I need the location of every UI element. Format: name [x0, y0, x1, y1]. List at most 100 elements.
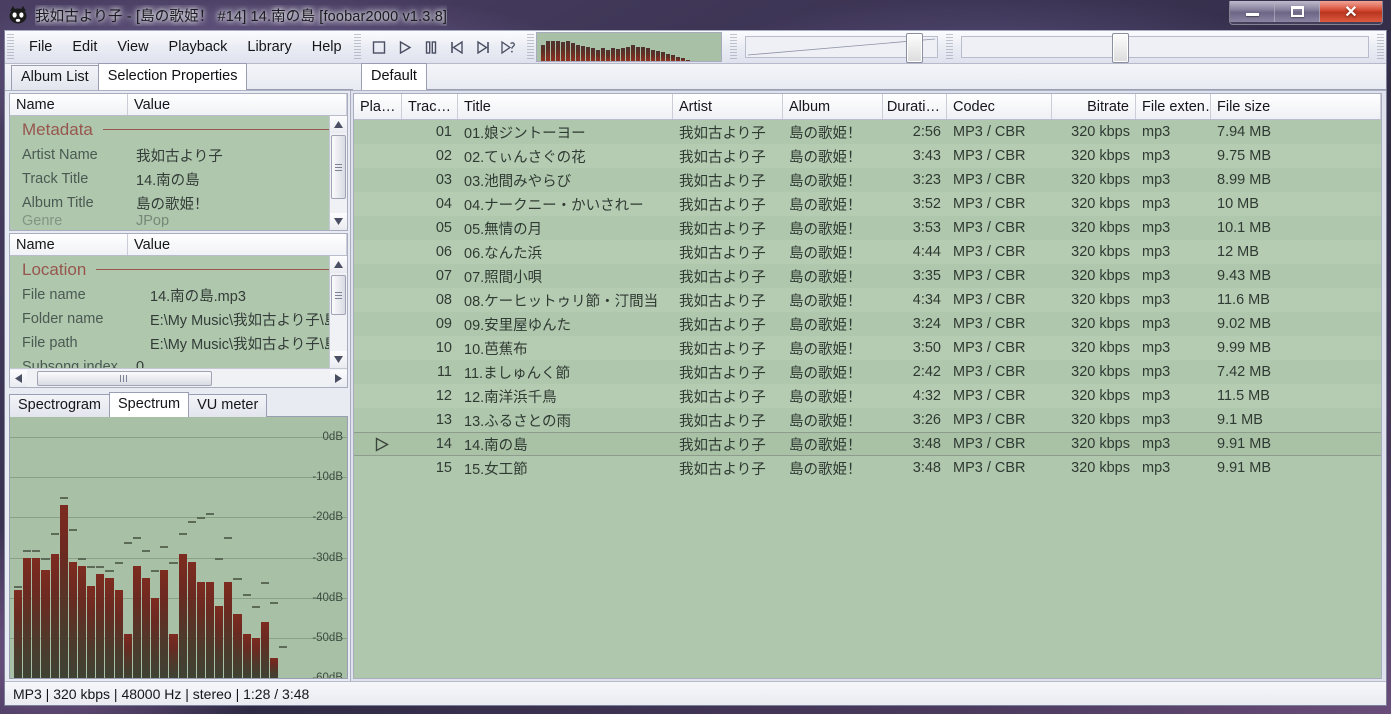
- column-file-size[interactable]: File size: [1211, 94, 1381, 119]
- metadata-scrollbar[interactable]: [329, 116, 347, 230]
- spectrum-peak-marker: [251, 605, 260, 608]
- tab-selection-properties[interactable]: Selection Properties: [97, 63, 248, 90]
- metadata-column-value[interactable]: Value: [128, 94, 347, 115]
- volume-trough[interactable]: [744, 33, 938, 63]
- column-file-extension[interactable]: File exten…: [1136, 94, 1211, 119]
- location-scrollbar[interactable]: [329, 256, 347, 368]
- seek-slider[interactable]: [955, 31, 1375, 63]
- playlist-row[interactable]: 05 05.無情の月 我如古より子 島の歌姫！ 3:53 MP3 / CBR 320 kbp…: [354, 216, 1381, 240]
- column-duration[interactable]: Durati…: [883, 94, 947, 119]
- location-column-value[interactable]: Value: [128, 234, 347, 255]
- location-hscroll-track[interactable]: [27, 370, 330, 387]
- location-row[interactable]: Folder name E:\My Music\我如古より子\島: [10, 307, 347, 331]
- column-track[interactable]: Trac…: [402, 94, 458, 119]
- column-album[interactable]: Album: [783, 94, 883, 119]
- location-row[interactable]: File path E:\My Music\我如古より子\島: [10, 331, 347, 355]
- spectrum-bar: [160, 569, 169, 678]
- scroll-left-icon[interactable]: [10, 369, 27, 387]
- location-hscrollbar[interactable]: [10, 368, 347, 387]
- playlist-row[interactable]: 11 11.ましゅんく節 我如古より子 島の歌姫！ 2:42 MP3 / CBR 320 k…: [354, 360, 1381, 384]
- toolbar-grip[interactable]: [7, 34, 14, 60]
- volume-slider[interactable]: [739, 31, 944, 63]
- column-codec[interactable]: Codec: [947, 94, 1052, 119]
- spectrum-bar-slot: [141, 417, 151, 678]
- toolbar-end-grip[interactable]: [1377, 34, 1384, 60]
- playlist-row[interactable]: 08 08.ケーヒットゥリ節・汀間当 我如古より子 島の歌姫！ 4:34 MP3 / CB…: [354, 288, 1381, 312]
- tab-spectrum[interactable]: Spectrum: [109, 392, 190, 417]
- location-row[interactable]: Subsong index 0: [10, 355, 347, 368]
- seek-thumb[interactable]: [1112, 33, 1130, 63]
- metadata-row[interactable]: Artist Name 我如古より子: [10, 143, 347, 167]
- location-hscroll-thumb[interactable]: [37, 370, 212, 386]
- column-bitrate[interactable]: Bitrate: [1052, 94, 1136, 119]
- column-artist[interactable]: Artist: [673, 94, 783, 119]
- tab-default-playlist[interactable]: Default: [361, 63, 427, 90]
- metadata-scroll-track[interactable]: [330, 133, 347, 213]
- previous-button[interactable]: [445, 35, 469, 59]
- menu-view[interactable]: View: [107, 35, 158, 59]
- location-scroll-thumb[interactable]: [331, 275, 346, 315]
- play-button[interactable]: [393, 35, 417, 59]
- toolbar-spectrum[interactable]: [535, 32, 722, 62]
- metadata-row[interactable]: Album Title 島の歌姫！: [10, 191, 347, 215]
- playlist-row[interactable]: 03 03.池間みやらび 我如古より子 島の歌姫！ 3:23 MP3 / CBR 320 k…: [354, 168, 1381, 192]
- scroll-down-icon[interactable]: [330, 351, 347, 368]
- menu-library[interactable]: Library: [237, 35, 301, 59]
- playlist-row[interactable]: 12 12.南洋浜千鳥 我如古より子 島の歌姫！ 4:32 MP3 / CBR 320 kb…: [354, 384, 1381, 408]
- playlist-row[interactable]: 07 07.照間小唄 我如古より子 島の歌姫！ 3:35 MP3 / CBR 320 kbp…: [354, 264, 1381, 288]
- spectrum-bar: [87, 585, 96, 678]
- playlist-row[interactable]: 02 02.てぃんさぐの花 我如古より子 島の歌姫！ 3:43 MP3 / CBR 320 …: [354, 144, 1381, 168]
- toolbar-spectrum-bar: [585, 47, 590, 61]
- scroll-down-icon[interactable]: [330, 213, 347, 230]
- playlist-rows[interactable]: 01 01.娘ジントーヨー 我如古より子 島の歌姫！ 2:56 MP3 / CBR 320 …: [354, 120, 1381, 678]
- playlist-row[interactable]: 01 01.娘ジントーヨー 我如古より子 島の歌姫！ 2:56 MP3 / CBR 320 …: [354, 120, 1381, 144]
- volume-grip[interactable]: [729, 34, 737, 60]
- column-title[interactable]: Title: [458, 94, 673, 119]
- menu-help[interactable]: Help: [302, 35, 352, 59]
- next-button[interactable]: [471, 35, 495, 59]
- location-row[interactable]: File name 14.南の島.mp3: [10, 283, 347, 307]
- spectrum-analyzer[interactable]: 0dB -10dB -20dB -30dB -40dB -50dB -60dB: [9, 417, 348, 679]
- column-playing[interactable]: Pla…: [354, 94, 402, 119]
- cell-track: 13: [435, 412, 452, 428]
- tab-vu-meter[interactable]: VU meter: [188, 394, 268, 417]
- menu-edit[interactable]: Edit: [62, 35, 107, 59]
- playlist-row[interactable]: 04 04.ナークニー・かいされー 我如古より子 島の歌姫！ 3:52 MP3 / CBR…: [354, 192, 1381, 216]
- playlist-row[interactable]: 06 06.なんた浜 我如古より子 島の歌姫！ 4:44 MP3 / CBR 320 kbp…: [354, 240, 1381, 264]
- transport-grip[interactable]: [353, 34, 361, 60]
- spectrum-bar-slot: [32, 417, 41, 678]
- pause-button[interactable]: [419, 35, 443, 59]
- cell-duration: 3:24: [912, 316, 941, 332]
- close-button[interactable]: ✕: [1320, 1, 1382, 22]
- seek-grip[interactable]: [945, 34, 953, 60]
- playlist-row[interactable]: 14 14.南の島 我如古より子 島の歌姫！ 3:48 MP3 / CBR 320 kbps…: [354, 432, 1381, 456]
- playlist-row[interactable]: 13 13.ふるさとの雨 我如古より子 島の歌姫！ 3:26 MP3 / CBR 320 k…: [354, 408, 1381, 432]
- seek-trough[interactable]: [960, 33, 1369, 63]
- scroll-right-icon[interactable]: [330, 369, 347, 387]
- scroll-up-icon[interactable]: [330, 116, 347, 133]
- location-scroll-track[interactable]: [330, 273, 347, 351]
- minimize-button[interactable]: [1230, 1, 1275, 22]
- menu-playback[interactable]: Playback: [159, 35, 238, 59]
- menu-file[interactable]: File: [19, 35, 62, 59]
- random-button[interactable]: [497, 35, 521, 59]
- playlist-row[interactable]: 15 15.女工節 我如古より子 島の歌姫！ 3:48 MP3 / CBR 320 kbps…: [354, 456, 1381, 480]
- spectrum-peak-marker: [169, 561, 178, 564]
- metadata-row[interactable]: Track Title 14.南の島: [10, 167, 347, 191]
- volume-thumb[interactable]: [906, 33, 924, 63]
- spectrum-bar: [205, 581, 215, 678]
- location-column-name[interactable]: Name: [10, 234, 128, 255]
- visualisation-grip[interactable]: [526, 34, 534, 60]
- playlist-row[interactable]: 09 09.安里屋ゆんた 我如古より子 島の歌姫！ 3:24 MP3 / CBR 320 k…: [354, 312, 1381, 336]
- spectrum-bar: [14, 589, 23, 678]
- maximize-button[interactable]: [1275, 1, 1320, 22]
- metadata-column-name[interactable]: Name: [10, 94, 128, 115]
- stop-button[interactable]: [367, 35, 391, 59]
- metadata-scroll-thumb[interactable]: [331, 135, 346, 199]
- metadata-row[interactable]: Genre JPop: [10, 215, 347, 227]
- title-bar[interactable]: 我如古より子 - [島の歌姫！ #14] 14.南の島 [foobar2000 …: [0, 0, 1391, 30]
- tab-album-list[interactable]: Album List: [11, 65, 99, 90]
- scroll-up-icon[interactable]: [330, 256, 347, 273]
- playlist-row[interactable]: 10 10.芭蕉布 我如古より子 島の歌姫！ 3:50 MP3 / CBR 320 kbps…: [354, 336, 1381, 360]
- tab-spectrogram[interactable]: Spectrogram: [9, 394, 111, 417]
